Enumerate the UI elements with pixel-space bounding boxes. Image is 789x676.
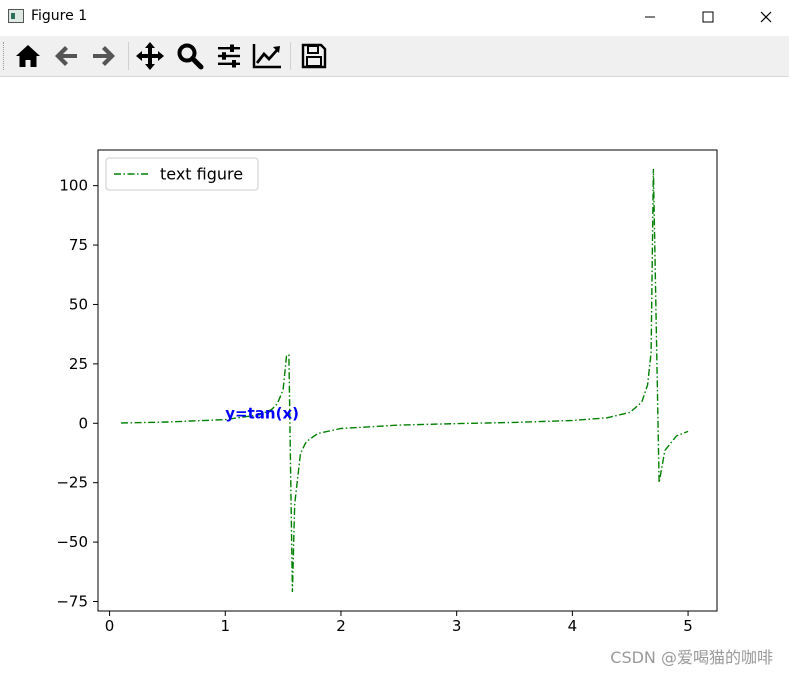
y-tick-label: −75 xyxy=(56,592,88,610)
y-tick-label: 0 xyxy=(78,414,88,432)
home-button[interactable] xyxy=(12,40,44,72)
home-icon xyxy=(16,45,40,67)
window-titlebar: Figure 1 xyxy=(0,0,789,34)
back-button[interactable] xyxy=(50,40,82,72)
x-tick-label: 4 xyxy=(568,617,578,635)
y-tick-label: 25 xyxy=(69,355,88,373)
y-tick-label: −50 xyxy=(56,533,88,551)
y-tick-label: 75 xyxy=(69,236,88,254)
x-tick-label: 0 xyxy=(105,617,115,635)
toolbar-separator xyxy=(128,42,129,70)
floppy-disk-icon xyxy=(301,43,327,69)
minimize-button[interactable] xyxy=(627,0,673,34)
y-tick-label: 50 xyxy=(69,295,88,313)
arrow-right-icon xyxy=(93,46,115,66)
configure-subplots-button[interactable] xyxy=(213,40,245,72)
line-chart: 0 1 2 3 4 5 −75 −50 −25 0 25 50 75 100 y=tan(x) text fi… xyxy=(56,149,718,635)
axes-frame xyxy=(97,149,718,612)
watermark-text: CSDN @爱喝猫的咖啡 xyxy=(610,648,773,667)
x-tick-label: 5 xyxy=(683,617,693,635)
arrow-left-icon xyxy=(55,46,77,66)
magnifier-icon xyxy=(177,43,204,70)
legend-label: text figure xyxy=(160,165,243,184)
zoom-button[interactable] xyxy=(174,40,206,72)
sliders-icon xyxy=(218,44,240,68)
app-icon xyxy=(8,9,24,23)
window-title: Figure 1 xyxy=(31,8,88,24)
series-line-1 xyxy=(121,168,689,593)
chart-line-icon xyxy=(252,44,281,69)
maximize-icon xyxy=(702,11,714,23)
forward-button[interactable] xyxy=(88,40,120,72)
move-icon xyxy=(136,42,164,70)
edit-axis-button[interactable] xyxy=(251,40,283,72)
toolbar-separator xyxy=(290,42,291,70)
annotation-text: y=tan(x) xyxy=(225,405,299,423)
minimize-icon xyxy=(645,16,655,18)
x-tick-label: 1 xyxy=(220,617,230,635)
toolbar-grip xyxy=(3,42,7,70)
x-tick-label: 2 xyxy=(336,617,346,635)
x-tick-label: 3 xyxy=(452,617,462,635)
maximize-button[interactable] xyxy=(685,0,731,34)
save-button[interactable] xyxy=(298,40,330,72)
y-tick-label: 100 xyxy=(59,177,88,195)
close-button[interactable] xyxy=(743,0,789,34)
figure-canvas: 0 1 2 3 4 5 −75 −50 −25 0 25 50 75 100 y=tan(x) text fi… xyxy=(0,77,789,676)
y-tick-label: −25 xyxy=(56,474,88,492)
pan-button[interactable] xyxy=(134,40,166,72)
figure-toolbar xyxy=(0,36,789,77)
close-icon xyxy=(760,11,772,23)
